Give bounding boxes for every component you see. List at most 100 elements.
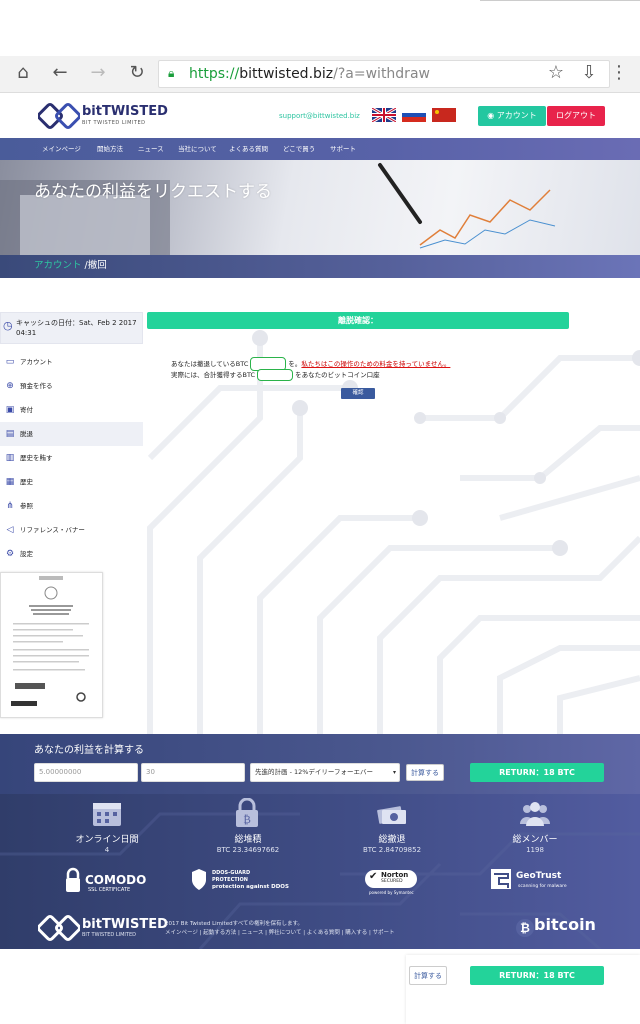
- sidebar-item-deposit[interactable]: ⊕ 預金を作る: [0, 374, 143, 398]
- menu-icon[interactable]: ⋮: [610, 63, 628, 83]
- status-area: [0, 0, 640, 56]
- withdraw-text-suffix: を。: [288, 360, 302, 368]
- members-icon: [520, 802, 550, 826]
- account-button[interactable]: ◉ アカウント: [478, 106, 546, 126]
- footer-logo-name[interactable]: bitTWISTED: [82, 917, 168, 932]
- sidebar-item-label: 歴史: [20, 478, 33, 486]
- chevron-down-icon: ▾: [392, 769, 396, 776]
- geotrust-badge[interactable]: GeoTrust scanning for malware: [490, 866, 590, 896]
- reload-icon[interactable]: ↻: [126, 63, 148, 83]
- megaphone-icon: ◁: [6, 525, 14, 535]
- total-amount-line: 実際には、合計獲得するBTC をあなたのビットコイン口座: [171, 369, 380, 381]
- norton-subtext-2: powered by Symantec: [369, 890, 414, 895]
- account-button-label: アカウント: [496, 111, 537, 120]
- fee-notice: 私たちはこの操作のための料金を持っていません。: [301, 360, 451, 368]
- comodo-text: COMODO: [85, 873, 147, 887]
- plan-select-value: 先進的計画 - 12%デイリーフォーエバー: [255, 768, 374, 776]
- nav-news[interactable]: ニュース: [138, 138, 164, 160]
- stat-total-deposit-value: BTC 23.34697662: [216, 846, 280, 854]
- sidebar-item-label: 脱退: [20, 430, 33, 438]
- breadcrumb-account-link[interactable]: アカウント: [34, 260, 82, 271]
- geotrust-subtext: scanning for malware: [518, 884, 567, 889]
- section-title-bar: 離脱確認：: [147, 312, 569, 329]
- download-icon[interactable]: ⇩: [578, 63, 600, 83]
- checkmark-icon: ✔: [369, 871, 378, 882]
- sidebar-item-banners[interactable]: ◁ リファレンス・バナー: [0, 518, 143, 542]
- amount-input[interactable]: 5.00000000: [34, 763, 138, 782]
- norton-subtext: SECURED: [381, 879, 403, 884]
- footer-logo-icon[interactable]: [38, 915, 80, 941]
- comodo-badge[interactable]: COMODO SSL CERTIFICATE: [64, 866, 154, 896]
- calculator-title: あなたの利益を計算する: [34, 745, 144, 756]
- support-email[interactable]: support@bittwisted.biz: [279, 112, 360, 120]
- stat-online-days-label: オンライン日間: [75, 835, 139, 845]
- sidebar-item-settings[interactable]: ⚙ 設定: [0, 542, 143, 566]
- sidebar-item-label: 預金を作る: [20, 382, 53, 390]
- sidebar-item-account[interactable]: ▭ アカウント: [0, 350, 143, 374]
- china-flag-icon[interactable]: [432, 108, 456, 122]
- norton-text: Norton: [381, 871, 409, 879]
- bitcoin-text: bitcoin: [534, 915, 596, 934]
- hero-banner: [0, 160, 640, 255]
- sidebar-item-label: アカウント: [20, 358, 53, 366]
- history-deposit-icon: ▥: [5, 453, 15, 463]
- page-title: あなたの利益をリクエストする: [34, 182, 272, 202]
- footer-links[interactable]: メインページ | 起動する方法 | ニュース | 弊社について | よくある質問…: [165, 928, 395, 936]
- home-icon[interactable]: ⌂: [12, 63, 34, 83]
- url-host: bittwisted.biz: [239, 66, 334, 82]
- certificate-illustration: [11, 576, 89, 706]
- nav-where-buy[interactable]: どこで買う: [283, 138, 315, 160]
- nav-about[interactable]: 当社について: [178, 138, 217, 160]
- star-icon[interactable]: ☆: [545, 63, 567, 83]
- padlock-icon: [66, 867, 80, 892]
- days-input[interactable]: 30: [141, 763, 245, 782]
- plan-select[interactable]: 先進的計画 - 12%デイリーフォーエバー ▾: [250, 763, 400, 782]
- return-result-overlay: RETURN：18 BTC: [470, 966, 604, 985]
- nav-faq[interactable]: よくある質問: [229, 138, 268, 160]
- nav-start[interactable]: 開始方法: [97, 138, 123, 160]
- referral-icon: ⋔: [6, 501, 14, 511]
- logo-subtitle: BIT TWISTED LIMITED: [82, 120, 146, 126]
- svg-text:₿: ₿: [243, 813, 251, 826]
- certificate-image[interactable]: [0, 572, 103, 718]
- logout-button[interactable]: ログアウト: [547, 106, 605, 126]
- logo-icon[interactable]: [38, 103, 80, 129]
- shield-icon: [192, 869, 206, 890]
- total-redaction-mark: [257, 369, 294, 381]
- russia-flag-icon[interactable]: [402, 108, 426, 122]
- cash-icon: [377, 806, 406, 824]
- sidebar-item-donate[interactable]: ▣ 寄付: [0, 398, 143, 422]
- stat-online-days-value: 4: [104, 846, 110, 854]
- history-icon: ▦: [5, 477, 15, 487]
- account-icon: ▭: [5, 357, 15, 367]
- sidebar-item-deposit-history[interactable]: ▥ 歴史を賄す: [0, 446, 143, 470]
- geotrust-logo-icon: [491, 869, 511, 889]
- sidebar-item-referrals[interactable]: ⋔ 参照: [0, 494, 143, 518]
- withdraw-text: あなたは撤退しているBTC: [171, 360, 249, 368]
- forward-icon[interactable]: →: [87, 63, 109, 83]
- logo-name[interactable]: bitTWISTED: [82, 105, 168, 119]
- ddos-subtext-2: protection against DDOS: [212, 884, 289, 890]
- main-nav: [0, 138, 640, 160]
- comodo-subtext: SSL CERTIFICATE: [88, 887, 131, 893]
- clock-icon: ◷: [3, 319, 13, 332]
- sidebar-item-history[interactable]: ▦ 歴史: [0, 470, 143, 494]
- nav-support[interactable]: サポート: [330, 138, 356, 160]
- nav-main[interactable]: メインページ: [42, 138, 81, 160]
- url-text[interactable]: https://bittwisted.biz/?a=withdraw: [189, 63, 430, 85]
- calculate-button[interactable]: 計算する: [406, 764, 444, 781]
- withdraw-icon: ▤: [5, 429, 15, 439]
- sidebar-item-label: リファレンス・バナー: [20, 526, 85, 534]
- confirm-button[interactable]: 確認: [341, 388, 375, 399]
- norton-badge[interactable]: ✔ Norton SECURED powered by Symantec: [363, 866, 421, 896]
- back-icon[interactable]: ←: [49, 63, 71, 83]
- uk-flag-icon[interactable]: [372, 108, 396, 122]
- sidebar-item-label: 歴史を賄す: [20, 454, 53, 462]
- total-text-suffix: をあなたのビットコイン口座: [295, 371, 380, 379]
- calculate-button-overlay[interactable]: 計算する: [409, 966, 447, 985]
- ddos-guard-badge[interactable]: DDOS-GUARD PROTECTION protection against…: [191, 866, 301, 896]
- ddos-subtext: PROTECTION: [212, 877, 248, 883]
- sidebar-item-withdraw[interactable]: ▤ 脱退: [0, 422, 143, 446]
- gear-icon: ⚙: [5, 549, 15, 559]
- url-path: /?a=withdraw: [333, 66, 430, 82]
